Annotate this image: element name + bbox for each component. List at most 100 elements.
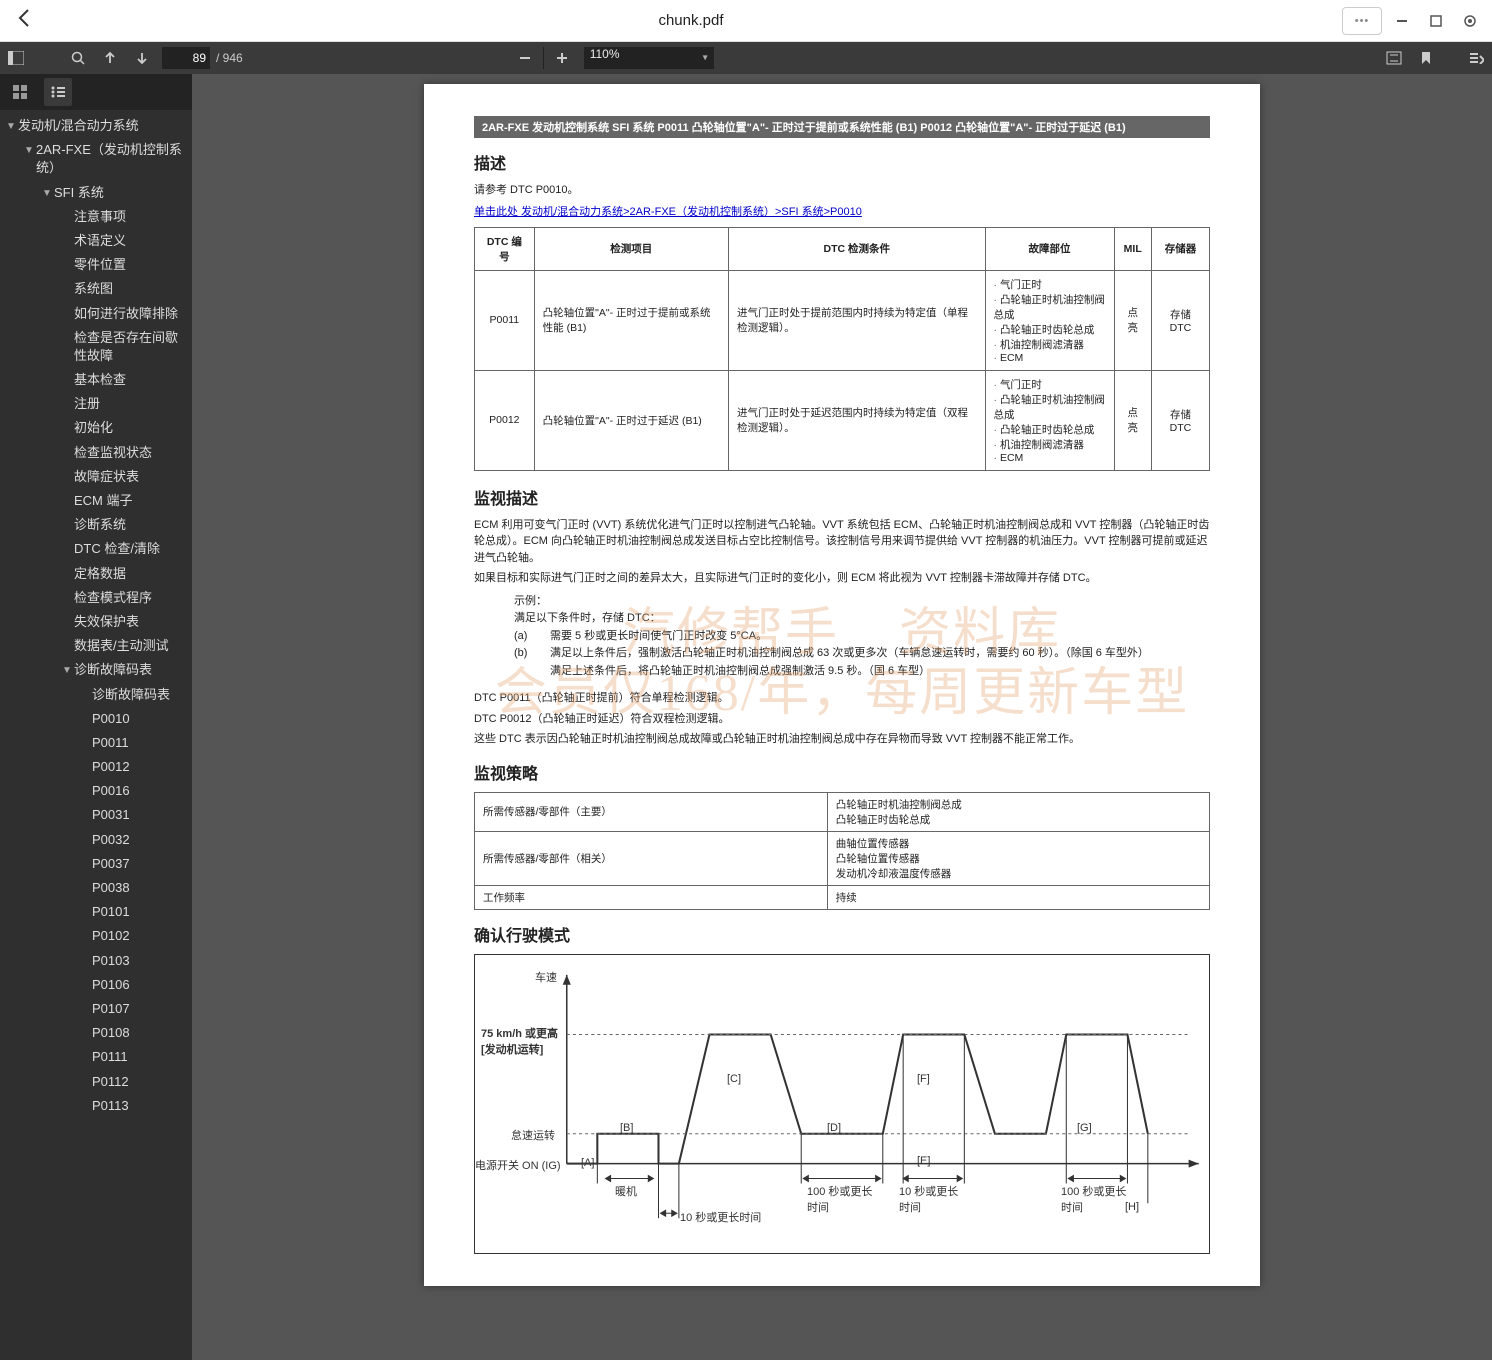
outline-item-label: 故障症状表 — [74, 468, 186, 486]
bookmark-icon[interactable] — [1410, 42, 1442, 74]
outline-item[interactable]: 检查监视状态 — [0, 441, 192, 465]
outline-item[interactable]: 零件位置 — [0, 253, 192, 277]
diag-tag-c: [C] — [727, 1073, 741, 1085]
outline-item[interactable]: ▼发动机/混合动力系统 — [0, 114, 192, 138]
outline-item[interactable]: P0101 — [0, 900, 192, 924]
outline-item[interactable]: P0106 — [0, 973, 192, 997]
outline-item-label: P0010 — [92, 710, 186, 728]
prev-page-button[interactable] — [94, 42, 126, 74]
diag-tag-d: [D] — [827, 1122, 841, 1134]
zoom-value: 110% — [590, 47, 620, 61]
section-monitor-strategy-heading: 监视策略 — [474, 760, 1210, 784]
outline-item-label: P0113 — [92, 1097, 186, 1115]
disclosure-triangle-icon[interactable]: ▼ — [40, 187, 54, 201]
outline-item[interactable]: 检查是否存在间歇性故障 — [0, 326, 192, 368]
tools-menu-button[interactable] — [1460, 42, 1492, 74]
zoom-in-button[interactable] — [546, 42, 578, 74]
pdf-toolbar: / 946 110%▾ — [0, 42, 1492, 74]
disclosure-triangle-icon[interactable]: ▼ — [4, 120, 18, 134]
outline-item[interactable]: DTC 检查/清除 — [0, 537, 192, 561]
diag-ign-label: 电源开关 ON (IG) — [475, 1157, 561, 1173]
page-header: 2AR-FXE 发动机控制系统 SFI 系统 P0011 凸轮轴位置"A"- 正… — [474, 116, 1210, 138]
example-text-b1: 满足以上条件后，强制激活凸轮轴正时机油控制阀总成 63 次或更多次（车辆怠速运转… — [550, 645, 1149, 663]
diag-tag-g: [G] — [1077, 1122, 1092, 1134]
monitor-desc-p1: ECM 利用可变气门正时 (VVT) 系统优化进气门正时以控制进气凸轮轴。VVT… — [474, 517, 1210, 567]
outline-item[interactable]: P0011 — [0, 731, 192, 755]
outline-item[interactable]: P0111 — [0, 1045, 192, 1069]
example-title: 示例： — [514, 593, 1210, 611]
back-button[interactable] — [8, 3, 40, 39]
outline-item-label: P0111 — [92, 1048, 186, 1066]
outline-item[interactable]: P0112 — [0, 1070, 192, 1094]
outline-item[interactable]: P0103 — [0, 949, 192, 973]
outline-item-label: P0108 — [92, 1024, 186, 1042]
search-icon[interactable] — [62, 42, 94, 74]
maximize-button[interactable] — [1422, 7, 1450, 35]
outline-item-label: P0112 — [92, 1073, 186, 1091]
outline-item-label: 注意事项 — [74, 208, 186, 226]
outline-item[interactable]: ▼诊断故障码表 — [0, 658, 192, 682]
outline-item[interactable]: P0012 — [0, 755, 192, 779]
thumbnails-tab[interactable] — [6, 78, 34, 106]
outline-item[interactable]: P0032 — [0, 828, 192, 852]
outline-item[interactable]: 检查模式程序 — [0, 586, 192, 610]
target-button[interactable] — [1456, 7, 1484, 35]
outline-item[interactable]: P0016 — [0, 779, 192, 803]
outline-item[interactable]: 基本检查 — [0, 368, 192, 392]
outline-item[interactable]: 术语定义 — [0, 229, 192, 253]
disclosure-triangle-icon[interactable]: ▼ — [60, 664, 74, 678]
table-cell: 进气门正时处于延迟范围内时持续为特定值（双程检测逻辑）。 — [728, 370, 985, 470]
outline-item[interactable]: 诊断系统 — [0, 513, 192, 537]
outline-item[interactable]: ▼2AR-FXE（发动机控制系统） — [0, 138, 192, 180]
diag-threshold-label: 75 km/h 或更高 [发动机运转] — [481, 1025, 558, 1057]
outline-item[interactable]: P0031 — [0, 803, 192, 827]
outline-item-label: P0012 — [92, 758, 186, 776]
strategy-table: 所需传感器/零部件（主要）凸轮轴正时机油控制阀总成 凸轮轴正时齿轮总成所需传感器… — [474, 792, 1210, 910]
next-page-button[interactable] — [126, 42, 158, 74]
outline-tab[interactable] — [44, 78, 72, 106]
outline-item-label: P0032 — [92, 831, 186, 849]
outline-item[interactable]: 失效保护表 — [0, 610, 192, 634]
outline-item[interactable]: P0037 — [0, 852, 192, 876]
disclosure-triangle-icon[interactable]: ▼ — [22, 144, 36, 158]
outline-item[interactable]: 初始化 — [0, 416, 192, 440]
outline-item[interactable]: 定格数据 — [0, 562, 192, 586]
outline-item[interactable]: P0108 — [0, 1021, 192, 1045]
outline-item-label: 如何进行故障排除 — [74, 305, 186, 323]
outline-item[interactable]: 诊断故障码表 — [0, 683, 192, 707]
zoom-out-button[interactable] — [509, 42, 541, 74]
outline-item[interactable]: 系统图 — [0, 277, 192, 301]
outline-item[interactable]: P0102 — [0, 924, 192, 948]
desc-link[interactable]: 单击此处 发动机/混合动力系统>2AR-FXE（发动机控制系统）>SFI 系统>… — [474, 206, 862, 218]
outline-item[interactable]: ▼SFI 系统 — [0, 181, 192, 205]
pdf-viewport[interactable]: 2AR-FXE 发动机控制系统 SFI 系统 P0011 凸轮轴位置"A"- 正… — [192, 74, 1492, 1360]
table-header: MIL — [1114, 227, 1151, 270]
outline-item-label: P0016 — [92, 782, 186, 800]
outline-item-label: 定格数据 — [74, 565, 186, 583]
document-outline[interactable]: ▼发动机/混合动力系统▼2AR-FXE（发动机控制系统）▼SFI 系统注意事项术… — [0, 110, 192, 1360]
presentation-button[interactable] — [1378, 42, 1410, 74]
outline-item[interactable]: 注意事项 — [0, 205, 192, 229]
outline-item-label: 数据表/主动测试 — [74, 637, 186, 655]
table-cell: 存储 DTC — [1151, 370, 1209, 470]
outline-item[interactable]: 如何进行故障排除 — [0, 302, 192, 326]
outline-item[interactable]: P0038 — [0, 876, 192, 900]
page-total-label: / 946 — [210, 51, 249, 65]
outline-item[interactable]: P0010 — [0, 707, 192, 731]
outline-item-label: P0103 — [92, 952, 186, 970]
page-number-input[interactable] — [162, 47, 210, 69]
zoom-select[interactable]: 110%▾ — [584, 47, 714, 69]
outline-item[interactable]: P0107 — [0, 997, 192, 1021]
table-cell: 凸轮轴位置"A"- 正时过于提前或系统性能 (B1) — [534, 270, 728, 370]
monitor-desc-p2: 如果目标和实际进气门正时之间的差异太大，且实际进气门正时的变化小，则 ECM 将… — [474, 570, 1210, 587]
more-menu-icon[interactable]: ••• — [1342, 7, 1382, 35]
toggle-sidebar-button[interactable] — [0, 42, 32, 74]
outline-item[interactable]: P0113 — [0, 1094, 192, 1118]
outline-item[interactable]: 故障症状表 — [0, 465, 192, 489]
outline-item-label: P0037 — [92, 855, 186, 873]
minimize-button[interactable] — [1388, 7, 1416, 35]
outline-item[interactable]: ECM 端子 — [0, 489, 192, 513]
table-cell: 所需传感器/零部件（主要） — [475, 792, 828, 831]
outline-item[interactable]: 数据表/主动测试 — [0, 634, 192, 658]
outline-item[interactable]: 注册 — [0, 392, 192, 416]
